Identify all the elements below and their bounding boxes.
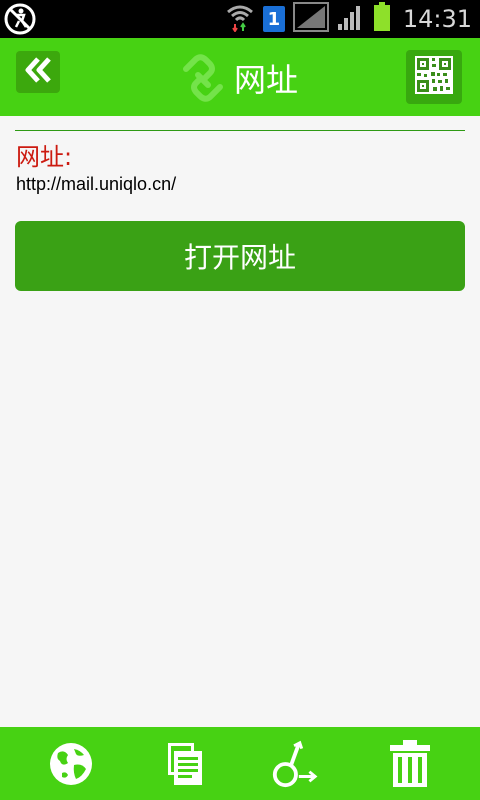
status-time: 14:31 — [402, 5, 472, 33]
url-value: http://mail.uniqlo.cn/ — [16, 174, 177, 194]
app-header: 网址 — [0, 38, 480, 116]
open-url-button[interactable]: 打开网址 — [15, 221, 465, 291]
url-label: 网址: — [16, 143, 73, 171]
globe-icon[interactable] — [46, 739, 96, 789]
share-icon[interactable] — [270, 739, 320, 789]
bottom-toolbar — [0, 727, 480, 800]
sim-icon: 1 — [262, 6, 285, 32]
double-chevron-left-icon — [23, 56, 53, 88]
battery-icon — [373, 2, 391, 36]
status-bar: 1 14:31 — [0, 0, 480, 38]
content-divider — [15, 130, 465, 131]
copy-icon[interactable] — [158, 739, 208, 789]
qr-code-button[interactable] — [406, 50, 462, 104]
back-button[interactable] — [16, 51, 60, 93]
signal-strength-icon-2 — [337, 2, 365, 36]
qr-code-icon — [415, 56, 453, 98]
trash-icon[interactable] — [385, 739, 435, 789]
accessibility-icon — [4, 3, 36, 35]
wifi-icon — [225, 2, 255, 36]
signal-strength-icon-1 — [292, 2, 329, 36]
link-icon — [176, 51, 230, 105]
page-title: 网址 — [234, 61, 299, 99]
